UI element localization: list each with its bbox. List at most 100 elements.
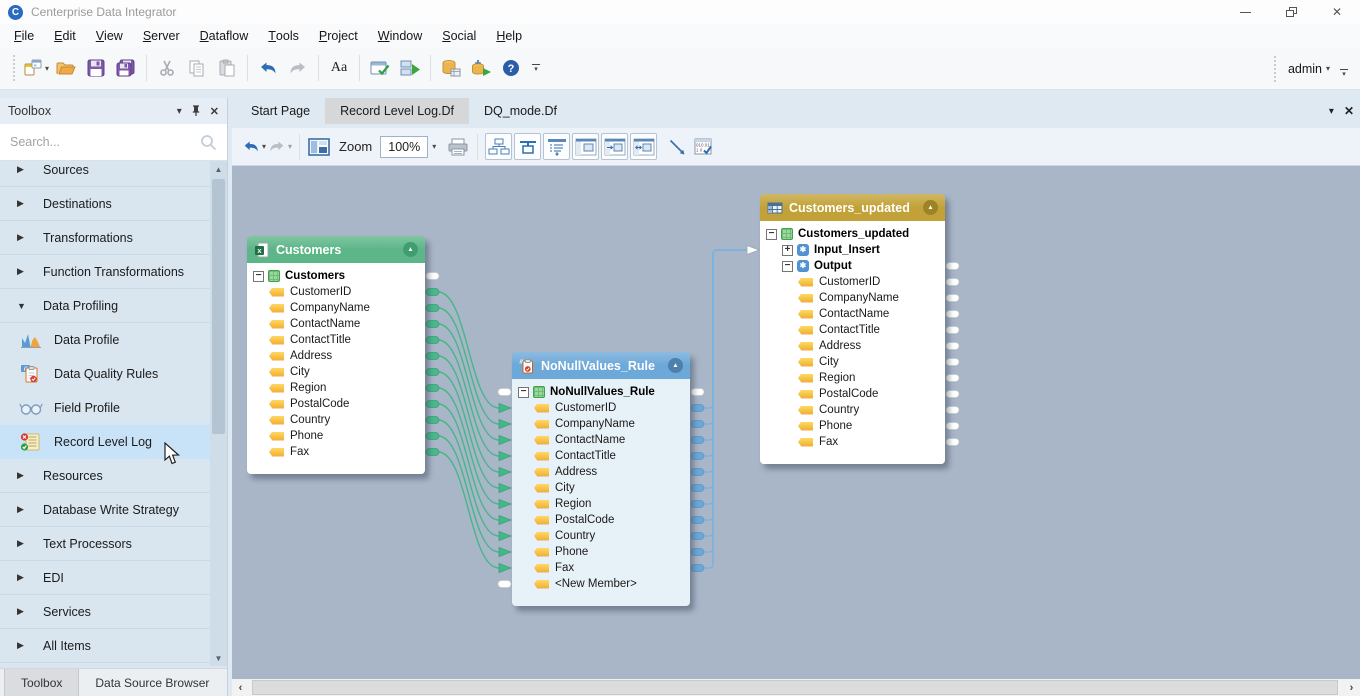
menu-item-social[interactable]: Social	[432, 24, 486, 47]
menu-item-file[interactable]: File	[4, 24, 44, 47]
tree-row-country[interactable]: Country	[247, 412, 425, 428]
chevron-right-icon[interactable]: ▶	[17, 198, 43, 209]
toolbox-category-function-transformations[interactable]: ▶Function Transformations	[0, 255, 211, 289]
chevron-down-icon[interactable]: ▼	[17, 301, 43, 311]
tree-row-nonullvalues-rule[interactable]: −NoNullValues_Rule	[512, 384, 690, 400]
search-input[interactable]	[10, 135, 200, 149]
toolbar-grip[interactable]	[1273, 55, 1278, 83]
save-button[interactable]	[82, 52, 110, 84]
tree-row-contactname[interactable]: ContactName	[247, 316, 425, 332]
tab-list-caret-icon[interactable]: ▾	[1329, 106, 1334, 117]
canvas-redo-button[interactable]: ▾	[268, 133, 292, 161]
collapse-icon[interactable]: −	[766, 229, 777, 240]
close-panel-icon[interactable]: ✕	[210, 105, 219, 118]
tree-row-customerid[interactable]: CustomerID	[512, 400, 690, 416]
chevron-right-icon[interactable]: ▶	[17, 538, 43, 549]
auto-layout-button[interactable]	[485, 133, 512, 160]
scroll-up-icon[interactable]: ▲	[210, 161, 227, 177]
panel-menu-caret-icon[interactable]: ▾	[177, 106, 182, 117]
tree-row-output[interactable]: −✱Output	[760, 258, 945, 274]
chevron-right-icon[interactable]: ▶	[17, 164, 43, 175]
menu-item-view[interactable]: View	[86, 24, 133, 47]
tree-row-customers-updated[interactable]: −Customers_updated	[760, 226, 945, 242]
chevron-right-icon[interactable]: ▶	[17, 640, 43, 651]
tree-row-fax[interactable]: Fax	[512, 560, 690, 576]
chevron-right-icon[interactable]: ▶	[17, 504, 43, 515]
tree-row-city[interactable]: City	[760, 354, 945, 370]
maximize-button[interactable]	[1268, 0, 1314, 24]
undo-history-caret[interactable]: ▾	[262, 142, 266, 151]
tree-row-input-insert[interactable]: +✱Input_Insert	[760, 242, 945, 258]
node-header[interactable]: xCustomers▲	[247, 236, 425, 263]
tree-row-customerid[interactable]: CustomerID	[247, 284, 425, 300]
node-header[interactable]: Customers_updated▲	[760, 194, 945, 221]
tree-row-address[interactable]: Address	[512, 464, 690, 480]
tree-row-address[interactable]: Address	[760, 338, 945, 354]
dataflow-canvas[interactable]: xCustomers▲−CustomersCustomerIDCompanyNa…	[232, 166, 1360, 679]
node-updated[interactable]: Customers_updated▲ −Customers_updated+✱In…	[760, 194, 945, 464]
zoom-caret[interactable]: ▾	[432, 142, 436, 151]
menu-item-dataflow[interactable]: Dataflow	[190, 24, 259, 47]
hscroll-thumb[interactable]	[252, 680, 1338, 695]
open-button[interactable]	[52, 52, 80, 84]
redo-button[interactable]	[284, 52, 312, 84]
chevron-right-icon[interactable]: ▶	[17, 232, 43, 243]
tree-row-postalcode[interactable]: PostalCode	[247, 396, 425, 412]
tree-row-region[interactable]: Region	[760, 370, 945, 386]
collapse-nodes-button[interactable]	[572, 133, 599, 160]
node-header[interactable]: ifNoNullValues_Rule▲	[512, 352, 690, 379]
toolbox-category-destinations[interactable]: ▶Destinations	[0, 187, 211, 221]
paste-button[interactable]	[213, 52, 241, 84]
zoom-select[interactable]: 100%	[380, 136, 428, 158]
toolbox-category-transformations[interactable]: ▶Transformations	[0, 221, 211, 255]
scroll-down-icon[interactable]: ▼	[210, 650, 227, 666]
toolbox-category-all-items[interactable]: ▶All Items	[0, 629, 211, 663]
toolbar-options-button[interactable]: ▾	[1340, 69, 1348, 77]
expand-all-nodes-button[interactable]	[630, 133, 657, 160]
expand-list-button[interactable]	[543, 133, 570, 160]
scroll-thumb[interactable]	[212, 179, 225, 434]
node-rule[interactable]: ifNoNullValues_Rule▲ −NoNullValues_RuleCu…	[512, 352, 690, 606]
toolbox-scrollbar[interactable]: ▲ ▼	[210, 161, 227, 666]
node-customers[interactable]: xCustomers▲ −CustomersCustomerIDCompanyNa…	[247, 236, 425, 474]
tree-row-postalcode[interactable]: PostalCode	[760, 386, 945, 402]
tree-row-fax[interactable]: Fax	[760, 434, 945, 450]
new-dropdown-caret[interactable]: ▾	[45, 64, 49, 73]
run-profile-button[interactable]	[467, 52, 495, 84]
tree-row-customers[interactable]: −Customers	[247, 268, 425, 284]
tree-row-companyname[interactable]: CompanyName	[760, 290, 945, 306]
collapse-node-button[interactable]: ▲	[923, 200, 938, 215]
tree-row-contacttitle[interactable]: ContactTitle	[247, 332, 425, 348]
toolbox-category-edi[interactable]: ▶EDI	[0, 561, 211, 595]
tree-row-contactname[interactable]: ContactName	[512, 432, 690, 448]
tree-row-city[interactable]: City	[247, 364, 425, 380]
overview-button[interactable]	[307, 133, 331, 161]
tree-row-contacttitle[interactable]: ContactTitle	[760, 322, 945, 338]
expand-icon[interactable]: +	[782, 245, 793, 256]
tree-row-contactname[interactable]: ContactName	[760, 306, 945, 322]
cut-button[interactable]	[153, 52, 181, 84]
toolbox-tool-data-profile[interactable]: Data Profile	[0, 323, 211, 357]
tree-row-postalcode[interactable]: PostalCode	[512, 512, 690, 528]
pin-icon[interactable]	[191, 105, 201, 117]
tree-row-city[interactable]: City	[512, 480, 690, 496]
collapse-node-button[interactable]: ▲	[403, 242, 418, 257]
menu-item-window[interactable]: Window	[368, 24, 432, 47]
run-dataflow-button[interactable]	[396, 52, 424, 84]
database-source-button[interactable]	[437, 52, 465, 84]
menu-item-tools[interactable]: Tools	[258, 24, 309, 47]
tree-row-phone[interactable]: Phone	[247, 428, 425, 444]
save-all-button[interactable]	[112, 52, 140, 84]
collapse-node-button[interactable]: ▲	[668, 358, 683, 373]
font-button[interactable]: Aa	[325, 52, 353, 84]
link-tool-button[interactable]	[665, 133, 689, 161]
tree-row-new-member[interactable]: <New Member>	[512, 576, 690, 592]
toolbox-category-database-write-strategy[interactable]: ▶Database Write Strategy	[0, 493, 211, 527]
panel-tab-data-source-browser[interactable]: Data Source Browser	[79, 669, 225, 696]
tree-row-companyname[interactable]: CompanyName	[247, 300, 425, 316]
document-tab-record-level-log-df[interactable]: Record Level Log.Df	[325, 98, 469, 124]
tree-row-companyname[interactable]: CompanyName	[512, 416, 690, 432]
tree-row-fax[interactable]: Fax	[247, 444, 425, 460]
user-menu-caret[interactable]: ▾	[1326, 64, 1330, 73]
copy-button[interactable]	[183, 52, 211, 84]
